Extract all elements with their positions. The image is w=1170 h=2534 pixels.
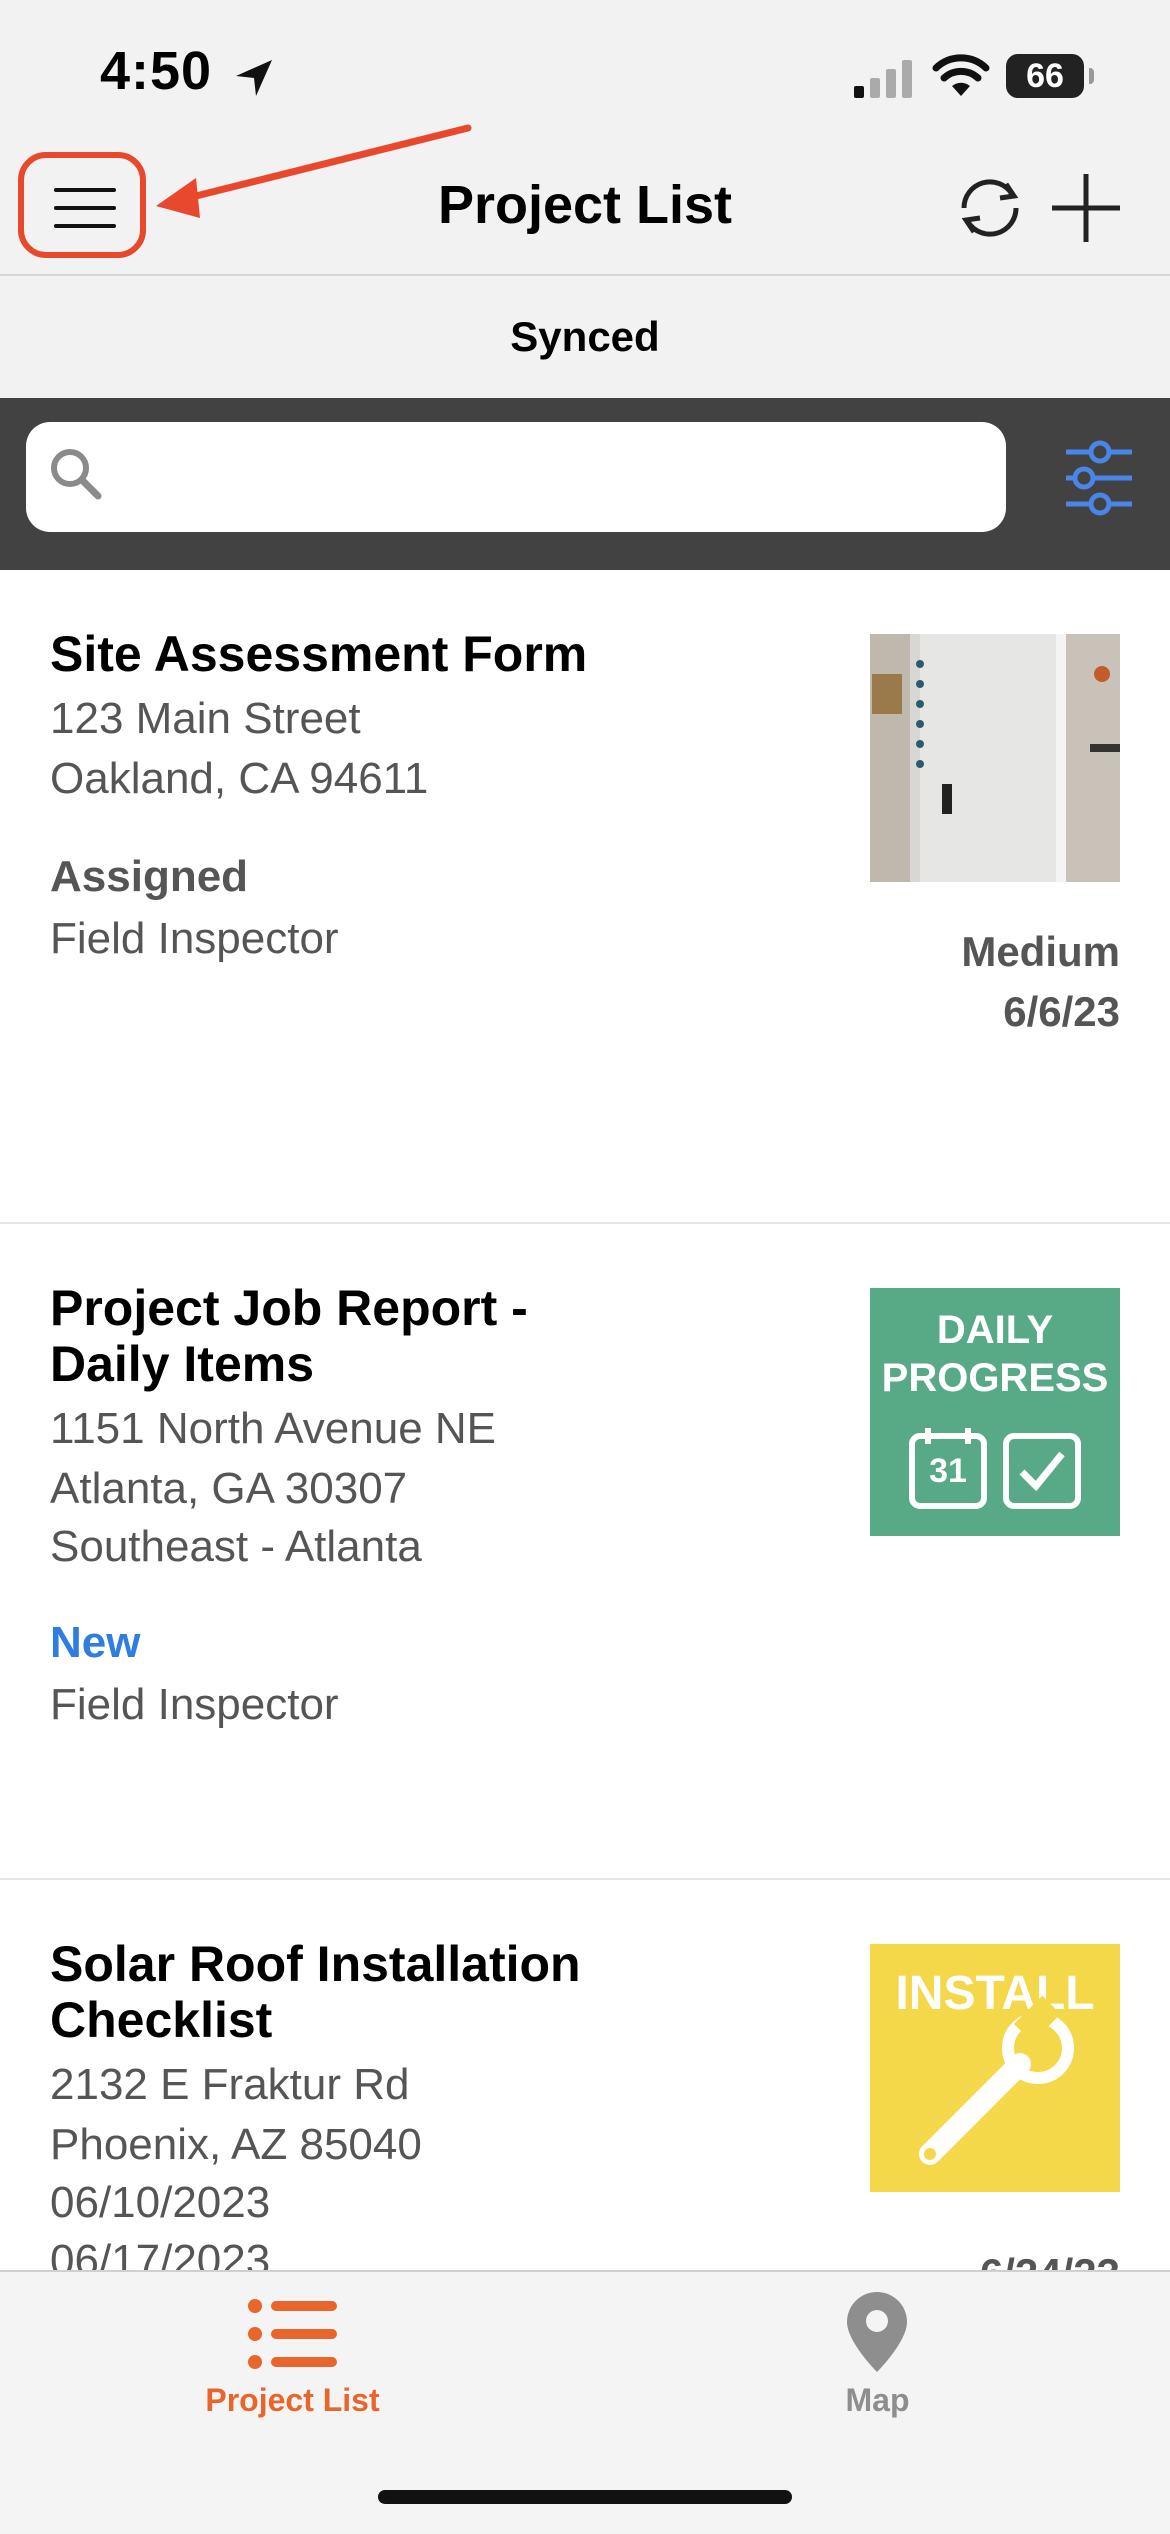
project-date: 6/24/23 bbox=[980, 2250, 1120, 2270]
tab-label: Map bbox=[845, 2382, 910, 2418]
install-thumbnail: INSTALL bbox=[870, 1944, 1120, 2192]
calendar-day: 31 bbox=[929, 1452, 967, 1490]
hamburger-menu-button[interactable] bbox=[18, 152, 146, 258]
status-label: New bbox=[50, 1618, 141, 1667]
project-title: Project Job Report - Daily Items bbox=[50, 1280, 528, 1392]
project-list: Site Assessment Form 123 Main Street Oak… bbox=[0, 570, 1170, 2270]
list-item[interactable]: Site Assessment Form 123 Main Street Oak… bbox=[0, 570, 1170, 1224]
sync-icon[interactable] bbox=[952, 170, 1028, 246]
project-start-date: 06/10/2023 bbox=[50, 2178, 271, 2227]
project-address-line: Oakland, CA 94611 bbox=[50, 754, 429, 803]
project-region: Southeast - Atlanta bbox=[50, 1522, 422, 1571]
status-time: 4:50 bbox=[100, 41, 213, 101]
list-item[interactable]: Solar Roof Installation Checklist 2132 E… bbox=[0, 1880, 1170, 2270]
project-thumbnail bbox=[870, 634, 1120, 882]
list-item[interactable]: Project Job Report - Daily Items 1151 No… bbox=[0, 1224, 1170, 1880]
project-address-line: 123 Main Street bbox=[50, 694, 361, 743]
annotation-arrow-icon bbox=[156, 124, 472, 218]
status-bar: 4:50 66 bbox=[0, 0, 1170, 140]
filter-sliders-icon[interactable] bbox=[1064, 438, 1134, 518]
project-address-line: Phoenix, AZ 85040 bbox=[50, 2120, 422, 2169]
wifi-icon bbox=[932, 54, 990, 96]
search-input[interactable] bbox=[26, 422, 1006, 532]
assignee: Field Inspector bbox=[50, 1680, 339, 1729]
calendar-check-icon bbox=[909, 1428, 1081, 1509]
sync-status: Synced bbox=[0, 276, 1170, 398]
cellular-signal-icon bbox=[854, 60, 912, 98]
status-label: Assigned bbox=[50, 852, 249, 901]
search-bar bbox=[0, 398, 1170, 570]
daily-progress-thumbnail: DAILY PROGRESS 31 bbox=[870, 1288, 1120, 1536]
plus-icon[interactable] bbox=[1046, 168, 1126, 248]
tab-label: Project List bbox=[205, 2382, 380, 2418]
project-title: Site Assessment Form bbox=[50, 626, 588, 682]
priority-label: Medium bbox=[961, 928, 1120, 975]
battery-indicator: 66 bbox=[1006, 54, 1094, 98]
wrench-icon bbox=[919, 1995, 1074, 2165]
map-pin-icon bbox=[847, 2292, 907, 2372]
door-photo-image bbox=[870, 634, 1120, 882]
list-icon bbox=[248, 2299, 337, 2369]
project-end-date: 06/17/2023 bbox=[50, 2236, 271, 2270]
project-date: 6/6/23 bbox=[1003, 988, 1120, 1035]
location-arrow-icon bbox=[236, 60, 272, 96]
home-indicator bbox=[378, 2490, 792, 2504]
project-address-line: 2132 E Fraktur Rd bbox=[50, 2060, 410, 2109]
project-address-line: Atlanta, GA 30307 bbox=[50, 1464, 408, 1513]
project-title: Solar Roof Installation Checklist bbox=[50, 1936, 581, 2048]
tab-project-list[interactable]: Project List bbox=[0, 2272, 585, 2472]
project-address-line: 1151 North Avenue NE bbox=[50, 1404, 497, 1453]
tab-map[interactable]: Map bbox=[585, 2272, 1170, 2472]
battery-level: 66 bbox=[1026, 57, 1064, 95]
assignee: Field Inspector bbox=[50, 914, 339, 963]
